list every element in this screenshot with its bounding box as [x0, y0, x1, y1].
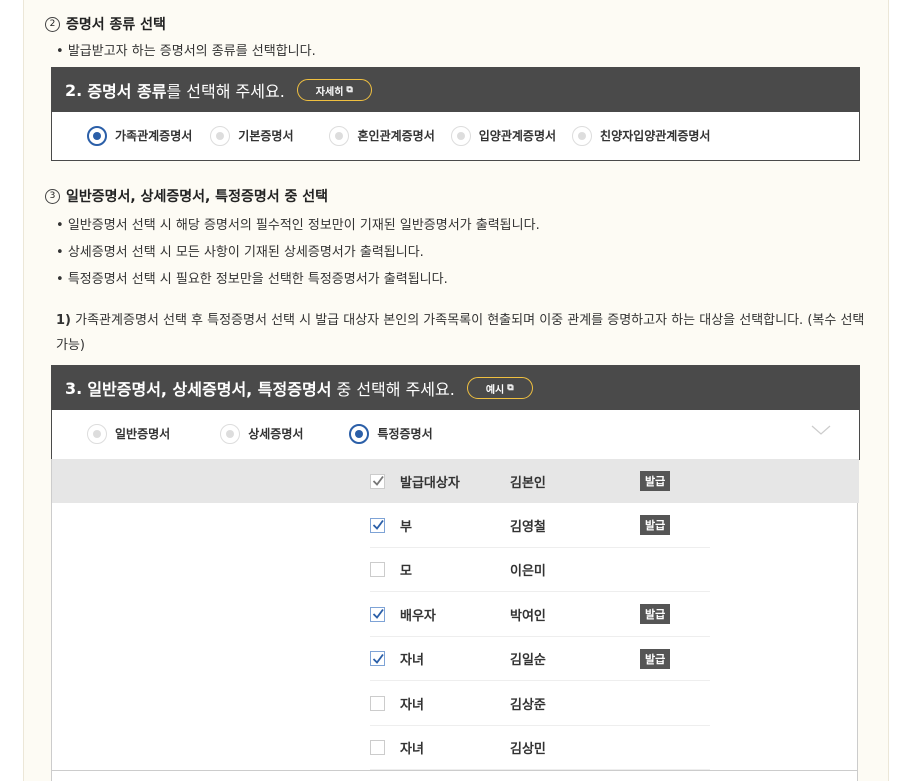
certificate-detail-header: 3. 일반증명서, 상세증명서, 특정증명서 중 선택해 주세요. 예시 ⧉ — [52, 366, 859, 410]
radio-unselected-icon[interactable] — [572, 125, 593, 146]
family-row: 자녀 김상준 — [370, 682, 710, 726]
step3-note-num: 1) — [56, 313, 71, 328]
member-name: 김영철 — [510, 519, 546, 535]
radio-option[interactable]: 일반증명서 — [87, 423, 171, 444]
relation-label: 발급대상자 — [400, 475, 460, 491]
step3-box-num: 3. — [65, 378, 83, 398]
radio-unselected-icon[interactable] — [87, 423, 107, 444]
radio-label: 기본증명서 — [238, 129, 294, 143]
relation-label: 자녀 — [400, 742, 424, 757]
step3-title: 3 일반증명서, 상세증명서, 특정증명서 중 선택 — [45, 186, 328, 206]
member-name: 김본인 — [510, 475, 546, 491]
checkbox-checked-icon[interactable] — [370, 651, 385, 666]
family-row: 자녀 김일순 발급 — [370, 637, 710, 681]
radio-label: 가족관계증명서 — [115, 129, 193, 143]
radio-option[interactable]: 기본증명서 — [210, 125, 294, 146]
chevron-down-icon[interactable] — [811, 420, 831, 440]
example-button-label: 예시 — [485, 384, 505, 396]
radio-label: 혼인관계증명서 — [357, 129, 435, 143]
checkbox-checked-icon[interactable] — [370, 606, 385, 622]
family-member-list: 발급대상자 김본인 발급 부 김영철 발급 모 이은미 배우자 박여인 발급 자녀 김일순 발급 자녀 김상준… — [51, 459, 859, 781]
step2-box-rest: 를 선택해 주세요. — [166, 82, 285, 101]
relation-label: 모 — [400, 564, 412, 579]
detail-button-label: 자세히 — [315, 86, 344, 98]
relation-label: 부 — [400, 519, 412, 535]
certificate-detail-box: 3. 일반증명서, 상세증명서, 특정증명서 중 선택해 주세요. 예시 ⧉ 일반… — [51, 365, 860, 460]
family-row: 배우자 박여인 발급 — [370, 593, 710, 637]
checkbox-checked-icon[interactable] — [370, 517, 385, 533]
certificate-detail-options: 일반증명서 상세증명서 특정증명서 — [52, 410, 859, 457]
issue-badge: 발급 — [640, 515, 671, 535]
step3-note-text: 가족관계증명서 선택 후 특정증명서 선택 시 발급 대상자 본인의 가족목록이… — [56, 313, 865, 353]
radio-option[interactable]: 특정증명서 — [349, 423, 433, 444]
checkbox-unchecked-icon[interactable] — [370, 695, 385, 711]
relation-label: 자녀 — [400, 697, 424, 713]
radio-option[interactable]: 상세증명서 — [220, 423, 304, 444]
certificate-type-box: 2. 증명서 종류 를 선택해 주세요. 자세히 ⧉ 가족관계증명서 기본증명서 혼인관… — [51, 67, 860, 161]
step3-box-bold: 일반증명서, 상세증명서, 특정증명서 — [87, 380, 332, 399]
checkbox-unchecked-icon[interactable] — [370, 740, 385, 755]
radio-unselected-icon[interactable] — [329, 125, 350, 146]
step3-note: 1) 가족관계증명서 선택 후 특정증명서 선택 시 발급 대상자 본인의 가족… — [56, 308, 866, 358]
radio-option[interactable]: 입양관계증명서 — [450, 125, 557, 146]
radio-option[interactable]: 친양자입양관계증명서 — [572, 125, 711, 146]
issue-badge: 발급 — [640, 471, 671, 491]
relation-label: 자녀 — [400, 653, 424, 668]
radio-selected-icon[interactable] — [87, 125, 107, 146]
step3-bullet-1: 일반증명서 선택 시 해당 증명서의 필수적인 정보만이 기재된 일반증명서가 … — [56, 214, 540, 233]
family-row: 모 이은미 — [370, 548, 710, 592]
external-link-icon: ⧉ — [346, 85, 353, 95]
family-row: 부 김영철 발급 — [370, 504, 710, 548]
member-name: 김일순 — [510, 653, 546, 668]
checkbox-unchecked-icon[interactable] — [370, 562, 385, 577]
step2-number: 2 — [45, 16, 60, 32]
radio-label: 특정증명서 — [377, 427, 433, 441]
radio-label: 입양관계증명서 — [478, 129, 557, 143]
step2-box-num: 2. — [65, 80, 83, 100]
step3-bullet-2: 상세증명서 선택 시 모든 사항이 기재된 상세증명서가 출력됩니다. — [56, 241, 424, 260]
family-row: 발급대상자 김본인 발급 — [52, 459, 859, 503]
relation-label: 배우자 — [400, 608, 436, 624]
radio-option[interactable]: 혼인관계증명서 — [329, 125, 435, 146]
step2-title: 2 증명서 종류 선택 — [45, 14, 166, 34]
step3-title-text: 일반증명서, 상세증명서, 특정증명서 중 선택 — [66, 189, 328, 205]
family-row: 자녀 김상민 — [370, 726, 710, 770]
member-name: 이은미 — [510, 564, 546, 579]
step2-title-text: 증명서 종류 선택 — [66, 17, 166, 33]
member-name: 박여인 — [510, 608, 546, 624]
member-name: 김상준 — [510, 697, 546, 713]
checkbox-checked-icon — [370, 473, 385, 489]
radio-label: 일반증명서 — [115, 427, 171, 441]
certificate-type-options: 가족관계증명서 기본증명서 혼인관계증명서 입양관계증명서 친양자입양관계증명서 — [52, 112, 859, 159]
step3-box-rest: 중 선택해 주세요. — [336, 380, 455, 399]
radio-label: 친양자입양관계증명서 — [600, 129, 711, 143]
example-button[interactable]: 예시 ⧉ — [466, 377, 533, 399]
divider — [51, 770, 858, 771]
certificate-type-header: 2. 증명서 종류 를 선택해 주세요. 자세히 ⧉ — [52, 68, 859, 112]
step2-desc: 발급받고자 하는 증명서의 종류를 선택합니다. — [56, 40, 316, 59]
radio-unselected-icon[interactable] — [220, 423, 241, 444]
external-link-icon: ⧉ — [507, 383, 514, 393]
radio-unselected-icon[interactable] — [210, 125, 231, 146]
radio-label: 상세증명서 — [248, 427, 304, 441]
step3-bullet-3: 특정증명서 선택 시 필요한 정보만을 선택한 특정증명서가 출력됩니다. — [56, 268, 448, 287]
step3-number: 3 — [45, 188, 60, 204]
radio-selected-icon[interactable] — [349, 423, 370, 444]
step2-box-bold: 증명서 종류 — [87, 82, 167, 101]
radio-unselected-icon[interactable] — [450, 125, 471, 146]
detail-button[interactable]: 자세히 ⧉ — [296, 79, 372, 101]
radio-option[interactable]: 가족관계증명서 — [87, 125, 193, 146]
issue-badge: 발급 — [640, 648, 671, 669]
member-name: 김상민 — [510, 742, 546, 757]
issue-badge: 발급 — [640, 604, 671, 624]
